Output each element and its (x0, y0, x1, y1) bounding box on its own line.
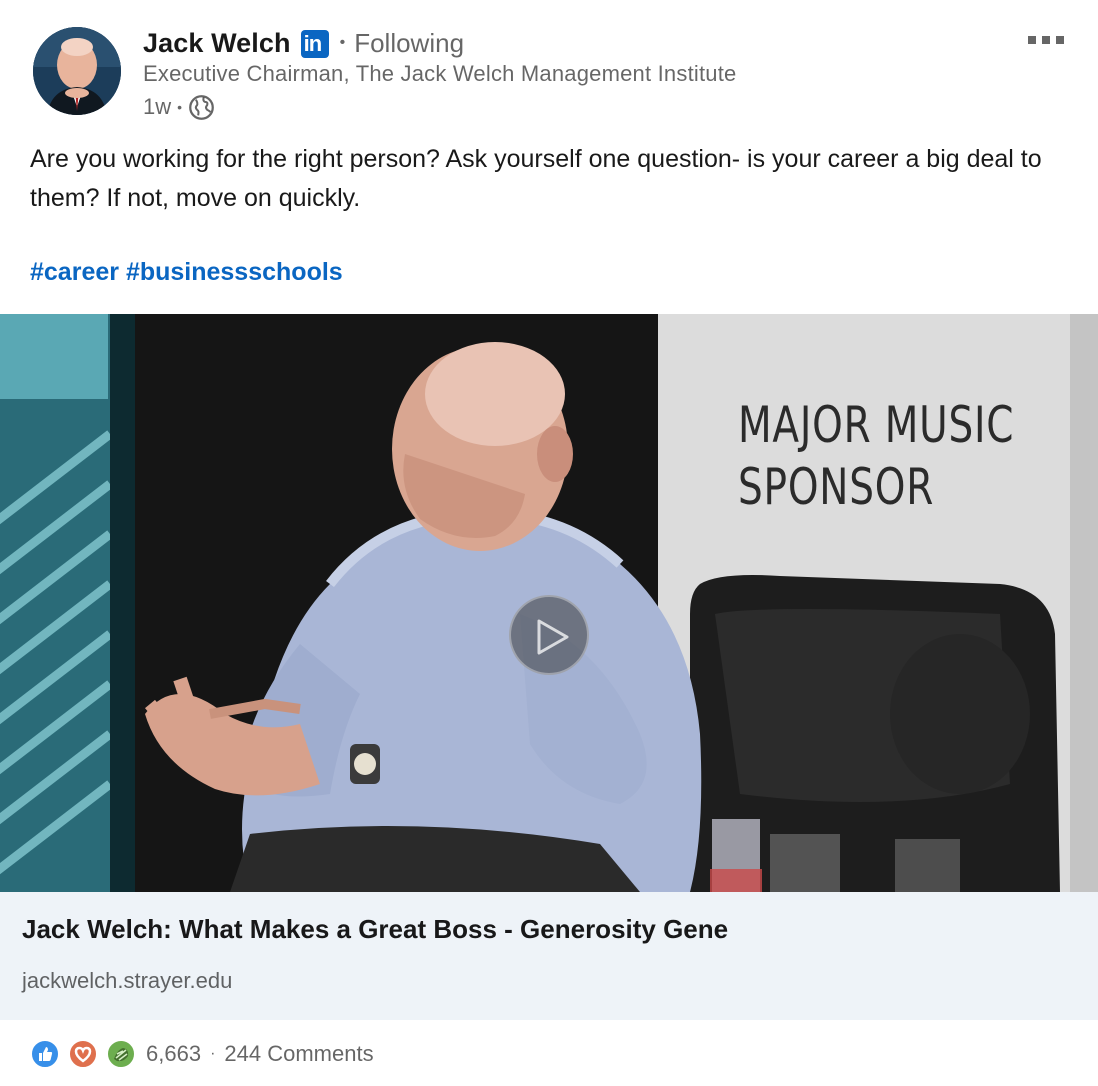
comments-count[interactable]: 244 Comments (224, 1041, 373, 1067)
celebrate-icon[interactable] (106, 1039, 136, 1069)
dot-separator: • (177, 99, 183, 115)
sponsor-sign: MAJOR MUSIC SPONSOR (738, 394, 1014, 518)
post-header: Jack Welch in • Following Executive Chai… (0, 0, 1098, 130)
dot-separator: • (339, 34, 346, 51)
sponsor-line-1: MAJOR MUSIC (738, 396, 1015, 454)
linkedin-badge-text: in (303, 31, 323, 56)
hashtag-career[interactable]: #career (30, 258, 119, 286)
avatar[interactable] (33, 27, 121, 115)
sponsor-line-2: SPONSOR (738, 458, 935, 516)
hashtag-businessschools[interactable]: #businessschools (126, 258, 343, 286)
actor-line: Jack Welch in • Following (143, 26, 464, 60)
actor-name[interactable]: Jack Welch (143, 28, 291, 59)
play-icon (537, 619, 569, 655)
post-commentary: Are you working for the right person? As… (30, 145, 1042, 212)
reaction-count[interactable]: 6,663 (146, 1041, 201, 1067)
love-icon[interactable] (68, 1039, 98, 1069)
video-player[interactable]: MAJOR MUSIC SPONSOR (0, 314, 1098, 892)
article-title[interactable]: Jack Welch: What Makes a Great Boss - Ge… (22, 914, 728, 945)
follow-status[interactable]: Following (354, 28, 464, 59)
actor-headline: Executive Chairman, The Jack Welch Manag… (143, 61, 737, 86)
article-domain: jackwelch.strayer.edu (22, 968, 233, 993)
post-meta: 1w • (143, 93, 215, 121)
feed-post: Jack Welch in • Following Executive Chai… (0, 0, 1098, 1086)
linkedin-badge-icon: in (300, 30, 329, 58)
play-button[interactable] (509, 595, 589, 675)
hashtags: #career #businessschools (30, 258, 343, 287)
like-icon[interactable] (30, 1039, 60, 1069)
social-counts: 6,663 · 244 Comments (30, 1038, 374, 1070)
post-time: 1w (143, 94, 172, 119)
article-link-card[interactable]: Jack Welch: What Makes a Great Boss - Ge… (0, 892, 1098, 1020)
globe-icon (189, 94, 214, 120)
more-options-icon[interactable] (1024, 30, 1068, 50)
dot-separator: · (210, 1045, 216, 1062)
